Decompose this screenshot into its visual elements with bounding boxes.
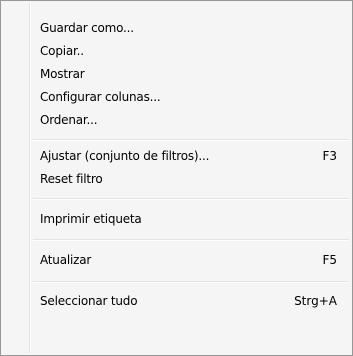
menu-separator [33, 239, 349, 241]
menu-item-label: Guardar como... [40, 21, 134, 35]
menu-item-show[interactable]: Mostrar [4, 63, 349, 85]
menu-item-label: Copiar.. [40, 44, 84, 58]
menu-item-adjust-filter-set[interactable]: Ajustar (conjunto de filtros)... F3 [4, 145, 349, 167]
menu-item-configure-columns[interactable]: Configurar colunas... [4, 86, 349, 108]
menu-item-save-as[interactable]: Guardar como... [4, 17, 349, 39]
menu-item-label: Ordenar... [40, 113, 98, 127]
menu-item-label: Seleccionar tudo [40, 294, 138, 308]
menu-separator [33, 281, 349, 283]
menu-item-shortcut: Strg+A [294, 294, 337, 308]
menu-item-label: Reset filtro [40, 172, 103, 186]
menu-item-shortcut: F5 [322, 253, 337, 267]
context-menu: Guardar como... Copiar.. Mostrar Configu… [0, 0, 353, 356]
menu-item-shortcut: F3 [322, 149, 337, 163]
menu-separator [33, 198, 349, 200]
menu-item-label: Mostrar [40, 67, 85, 81]
menu-item-select-all[interactable]: Seleccionar tudo Strg+A [4, 290, 349, 312]
menu-item-refresh[interactable]: Atualizar F5 [4, 249, 349, 271]
menu-item-label: Atualizar [40, 253, 92, 267]
menu-item-reset-filter[interactable]: Reset filtro [4, 168, 349, 190]
menu-item-print-label[interactable]: Imprimir etiqueta [4, 208, 349, 230]
menu-item-label: Ajustar (conjunto de filtros)... [40, 149, 210, 163]
menu-item-label: Imprimir etiqueta [40, 212, 142, 226]
menu-item-sort[interactable]: Ordenar... [4, 109, 349, 131]
menu-item-label: Configurar colunas... [40, 90, 161, 104]
menu-item-copy[interactable]: Copiar.. [4, 40, 349, 62]
menu-separator [33, 139, 349, 141]
